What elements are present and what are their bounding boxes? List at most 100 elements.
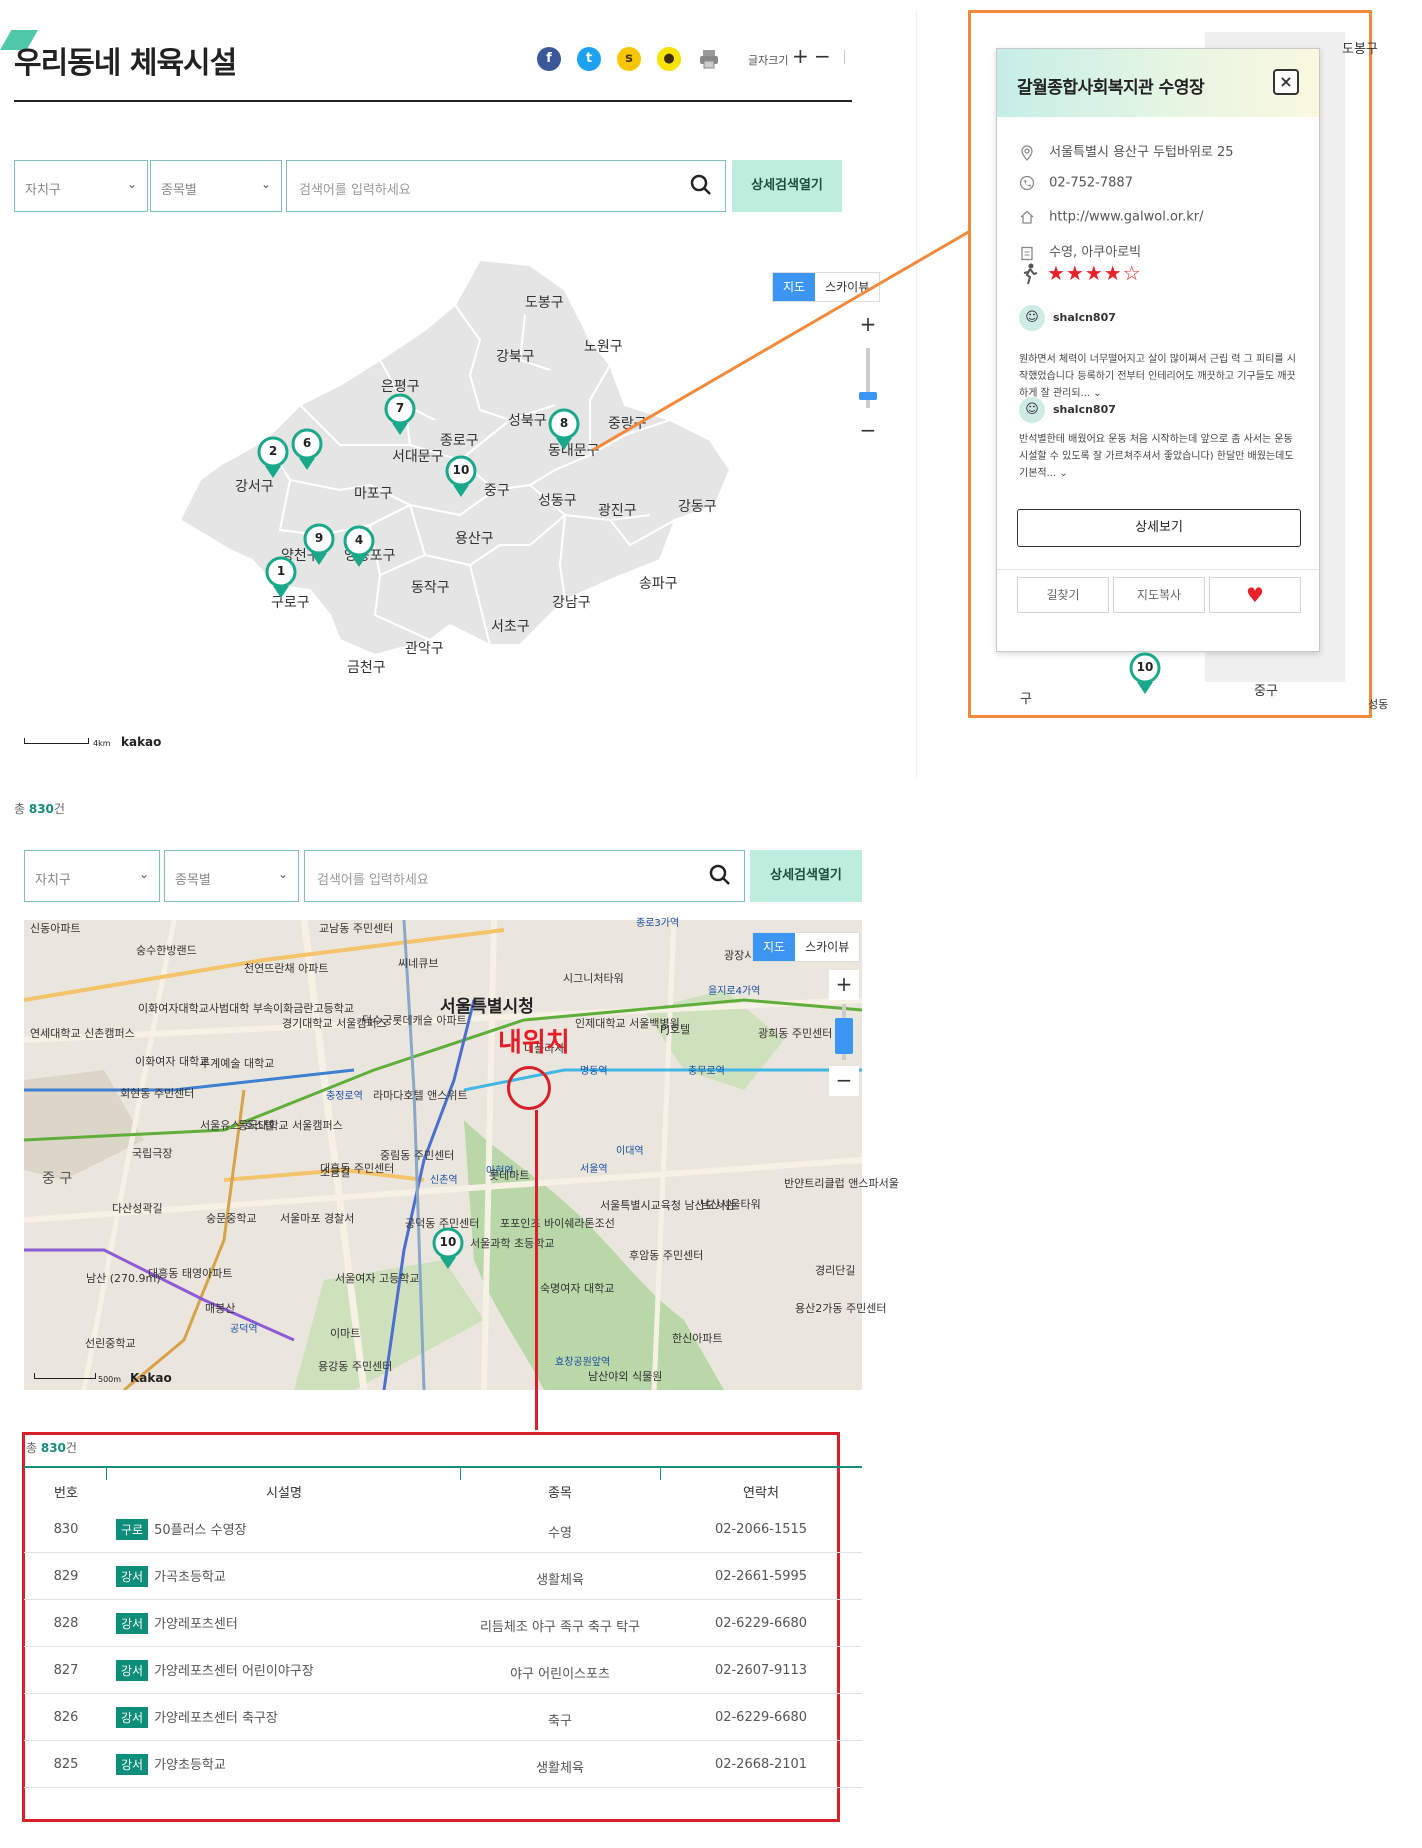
map-place-label[interactable]: 경리단길 (815, 1262, 855, 1278)
district-label[interactable]: 용산구 (455, 528, 494, 548)
map-place-label[interactable]: 중림동 주민센터 (380, 1147, 454, 1163)
facility-name[interactable]: 가양레포츠센터 축구장 (154, 1711, 278, 1726)
map-place-label[interactable]: 후암동 주민센터 (629, 1247, 703, 1263)
map-view-option[interactable]: 지도 (753, 933, 796, 961)
district-label[interactable]: 서초구 (491, 616, 530, 636)
district-label[interactable]: 광진구 (598, 500, 637, 520)
facility-marker[interactable]: 10 (1128, 652, 1162, 696)
map-place-label[interactable]: 이대역 (616, 1142, 644, 1157)
chevron-down-icon[interactable]: ⌄ (1059, 468, 1067, 479)
facility-name[interactable]: 가양레포츠센터 어린이야구장 (154, 1664, 314, 1679)
district-label[interactable]: 마포구 (354, 483, 393, 503)
zoom-out-button[interactable]: − (829, 1066, 859, 1096)
facility-marker[interactable]: 9 (302, 523, 336, 567)
facility-marker[interactable]: 2 (256, 436, 290, 480)
map-place-label[interactable]: 숭수한방랜드 (136, 942, 197, 958)
facility-marker[interactable]: 1 (264, 556, 298, 600)
district-label[interactable]: 동작구 (411, 577, 450, 597)
facility-name[interactable]: 가양초등학교 (154, 1758, 226, 1773)
kakaotalk-icon[interactable]: ● (657, 47, 681, 71)
map-place-label[interactable]: 서울과학 초등학교 (470, 1235, 554, 1251)
map-place-label[interactable]: 대흥동 태영아파트 (148, 1265, 232, 1281)
district-label[interactable]: 성북구 (508, 410, 547, 430)
map-place-label[interactable]: 선린중학교 (85, 1335, 136, 1351)
map-place-label[interactable]: 국립극장 (132, 1145, 172, 1161)
map-place-label[interactable]: 포포인츠 바이쉐라톤조선 (500, 1215, 615, 1231)
map-place-label[interactable]: 시그니처타워 (563, 970, 624, 986)
district-label[interactable]: 강남구 (552, 592, 591, 612)
zoom-slider-handle[interactable] (835, 1018, 853, 1054)
table-row[interactable]: 826 강서 가양레포츠센터 축구장 축구 02-6229-6680 (24, 1694, 862, 1741)
map-place-label[interactable]: 신동아파트 (30, 920, 81, 936)
district-label[interactable]: 중구 (484, 480, 510, 500)
map-place-label[interactable]: 용산2가동 주민센터 (795, 1300, 886, 1316)
skyview-option[interactable]: 스카이뷰 (795, 933, 859, 961)
facility-name[interactable]: 50플러스 수영장 (154, 1523, 246, 1538)
font-size-decrease-button[interactable]: − (814, 44, 831, 68)
table-row[interactable]: 829 강서 가곡초등학교 생활체육 02-2661-5995 (24, 1553, 862, 1600)
map-place-label[interactable]: 덕수궁롯데캐슬 아파트 (362, 1012, 467, 1028)
map-place-label[interactable]: 을지로4가역 (708, 982, 760, 997)
district-label[interactable]: 도봉구 (525, 292, 564, 312)
district-label[interactable]: 종로구 (440, 430, 479, 450)
map-view-toggle[interactable]: 지도 스카이뷰 (752, 932, 861, 962)
sport-select[interactable]: 종목별 ⌄ (150, 160, 282, 212)
map-place-label[interactable]: 반얀트리클럽 앤스파서울 (784, 1175, 899, 1191)
kakaostory-icon[interactable]: s (617, 47, 641, 71)
map-place-label[interactable]: 효창공원앞역 (555, 1353, 610, 1368)
row-facility[interactable]: 강서 가양초등학교 (116, 1754, 226, 1775)
table-row[interactable]: 825 강서 가양초등학교 생활체육 02-2668-2101 (24, 1741, 862, 1788)
map-place-label[interactable]: 매봉산 (205, 1300, 235, 1316)
row-facility[interactable]: 강서 가양레포츠센터 어린이야구장 (116, 1660, 314, 1681)
close-button[interactable]: × (1273, 69, 1299, 95)
facebook-icon[interactable]: f (537, 47, 561, 71)
map-place-label[interactable]: 남산야외 식물원 (588, 1368, 662, 1384)
row-facility[interactable]: 강서 가양레포츠센터 축구장 (116, 1707, 278, 1728)
table-row[interactable]: 827 강서 가양레포츠센터 어린이야구장 야구 어린이스포츠 02-2607-9113 (24, 1647, 862, 1694)
district-label[interactable]: 서대문구 (392, 446, 444, 466)
map-place-label[interactable]: 동국대학교 서울캠퍼스 (238, 1117, 343, 1133)
column-header-number[interactable]: 번호 (24, 1482, 108, 1501)
district-label[interactable]: 금천구 (347, 657, 386, 677)
map-place-label[interactable]: 회현동 주민센터 (120, 1085, 194, 1101)
map-place-label[interactable]: 숙명여자 대학교 (540, 1280, 614, 1296)
row-facility[interactable]: 강서 가양레포츠센터 (116, 1613, 238, 1634)
map-place-label[interactable]: 라마다호텔 앤스위트 (373, 1087, 468, 1103)
district-label[interactable]: 성동구 (538, 490, 577, 510)
map-place-label[interactable]: 숭문중학교 (206, 1210, 257, 1226)
map-place-label[interactable]: 롯데마트 (489, 1167, 529, 1183)
map-place-label[interactable]: 씨네큐브 (398, 955, 438, 971)
district-select[interactable]: 자치구 ⌄ (24, 850, 160, 902)
map-place-label[interactable]: 한신아파트 (672, 1330, 723, 1346)
map-place-label[interactable]: 충무로역 (688, 1062, 725, 1077)
map-place-label[interactable]: 천연뜨란채 아파트 (244, 960, 328, 976)
column-header-phone[interactable]: 연락처 (660, 1482, 862, 1501)
map-place-label[interactable]: 소금길 (320, 1164, 350, 1180)
table-row[interactable]: 828 강서 가양레포츠센터 리듬체조 야구 족구 축구 탁구 02-6229-6680 (24, 1600, 862, 1647)
search-icon[interactable] (689, 173, 713, 197)
map-place-label[interactable]: 명동역 (580, 1062, 608, 1077)
sport-select[interactable]: 종목별 ⌄ (164, 850, 299, 902)
map-place-label[interactable]: 이화여자 대학교 (135, 1053, 209, 1069)
search-input[interactable]: 검색어를 입력하세요 (304, 850, 745, 902)
map-place-label[interactable]: 충정로역 (326, 1087, 363, 1102)
column-header-sport[interactable]: 종목 (460, 1482, 660, 1501)
directions-button[interactable]: 길찾기 (1017, 577, 1109, 613)
advanced-search-button[interactable]: 상세검색열기 (750, 850, 862, 902)
map-place-label[interactable]: 교남동 주민센터 (319, 920, 393, 936)
facility-name[interactable]: 가곡초등학교 (154, 1570, 226, 1585)
district-label[interactable]: 관악구 (405, 638, 444, 658)
map-place-label[interactable]: 공덕역 (230, 1320, 258, 1335)
favorite-heart-icon[interactable]: ♥ (1209, 577, 1301, 613)
zoom-in-button[interactable]: + (829, 970, 859, 1000)
map-place-label[interactable]: 연세대학교 신촌캠퍼스 (30, 1025, 135, 1041)
district-label[interactable]: 강북구 (496, 346, 535, 366)
print-icon[interactable] (697, 47, 721, 71)
map-place-label[interactable]: 종로3가역 (636, 914, 679, 929)
map-place-label[interactable]: 서울여자 고등학교 (335, 1270, 419, 1286)
map-place-label[interactable]: 중 구 (42, 1168, 72, 1188)
map-place-label[interactable]: 이마트 (330, 1325, 360, 1341)
view-details-button[interactable]: 상세보기 (1017, 509, 1301, 547)
copy-map-button[interactable]: 지도복사 (1113, 577, 1205, 613)
map-place-label[interactable]: 신촌역 (430, 1171, 458, 1186)
